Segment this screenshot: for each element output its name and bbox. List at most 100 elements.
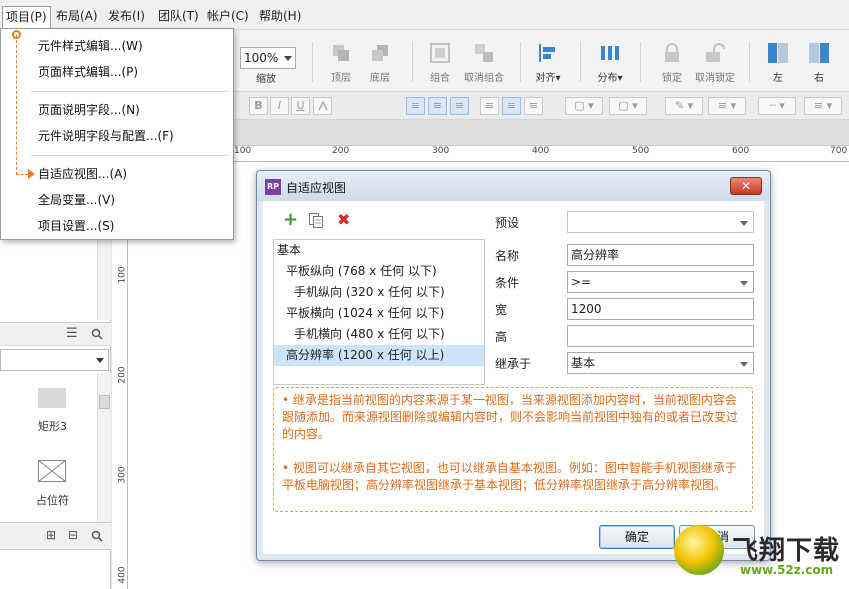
chevron-down-icon bbox=[740, 362, 748, 367]
add-folder-icon[interactable]: ⊟ bbox=[68, 528, 78, 542]
tree-item[interactable]: 手机纵向 (320 x 任何 以下) bbox=[274, 282, 484, 303]
placeholder-label: 占位符 bbox=[36, 494, 69, 507]
align-right-button[interactable]: 右 bbox=[792, 42, 846, 88]
ungroup-button[interactable]: 取消组合 bbox=[457, 42, 511, 88]
views-tree: 基本 平板纵向 (768 x 任何 以下) 手机纵向 (320 x 任何 以下)… bbox=[273, 239, 485, 385]
menu-publish[interactable]: 发布(I) bbox=[105, 6, 148, 26]
menubar: 项目(P) 布局(A) 发布(I) 团队(T) 帐户(C) 帮助(H) bbox=[0, 0, 849, 30]
underline-button[interactable]: U bbox=[291, 97, 310, 115]
scrollbar[interactable] bbox=[97, 373, 111, 523]
search-icon[interactable] bbox=[91, 530, 103, 542]
dialog-titlebar[interactable]: RP 自适应视图 ✕ bbox=[257, 171, 770, 201]
tree-item[interactable]: 基本 bbox=[274, 240, 484, 261]
valign-middle-button[interactable]: ≡ bbox=[502, 97, 521, 115]
zoom-select[interactable]: 100% bbox=[240, 47, 296, 69]
align-text-left-button[interactable]: ≡ bbox=[406, 97, 425, 115]
font-color-button[interactable] bbox=[313, 97, 332, 115]
menu-item-widget-style[interactable]: 元件样式编辑...(W) bbox=[38, 35, 143, 57]
menu-item-global-variables[interactable]: 全局变量...(V) bbox=[38, 189, 115, 211]
placeholder-icon[interactable] bbox=[38, 460, 66, 482]
rectangle-widget[interactable] bbox=[38, 388, 66, 408]
chevron-down-icon bbox=[96, 358, 104, 363]
duplicate-view-icon[interactable] bbox=[309, 213, 323, 228]
close-button[interactable]: ✕ bbox=[730, 177, 762, 195]
lock-icon bbox=[665, 43, 679, 62]
toolbar-divider bbox=[312, 42, 313, 82]
bold-button[interactable]: B bbox=[249, 97, 268, 115]
send-to-back-icon bbox=[372, 45, 388, 61]
ruler-tick-label: 600 bbox=[732, 146, 750, 156]
shadow-button[interactable]: ▢ ▾ bbox=[609, 97, 647, 115]
help-note-example: • 视图可以继承自其它视图，也可以继承自基本视图。例如：图中智能手机视图继承于平… bbox=[282, 461, 737, 492]
unlock-label: 取消锁定 bbox=[695, 73, 735, 84]
library-header: ☰ bbox=[0, 322, 111, 346]
distribute-icon bbox=[601, 46, 619, 60]
line-style-button[interactable]: ┈ ▾ bbox=[758, 97, 796, 115]
tree-item[interactable]: 平板纵向 (768 x 任何 以下) bbox=[274, 261, 484, 282]
panel-left-icon bbox=[768, 43, 788, 63]
menu-team[interactable]: 团队(T) bbox=[155, 6, 202, 26]
scrollbar-thumb[interactable] bbox=[99, 395, 110, 409]
inherit-select[interactable]: 基本 bbox=[567, 352, 754, 374]
condition-select[interactable]: >= bbox=[567, 271, 754, 293]
guide-line bbox=[16, 35, 17, 175]
menu-item-adaptive-views[interactable]: 自适应视图...(A) bbox=[38, 163, 127, 185]
tree-item-selected[interactable]: 高分辨率 (1200 x 任何 以上) bbox=[274, 345, 484, 366]
menu-project[interactable]: 项目(P) bbox=[2, 6, 51, 28]
align-button[interactable]: 对齐▾ bbox=[521, 42, 575, 88]
add-view-icon[interactable]: + bbox=[283, 211, 298, 229]
width-input[interactable]: 1200 bbox=[567, 298, 754, 320]
line-color-button[interactable]: ✎ ▾ bbox=[665, 97, 703, 115]
chevron-down-icon bbox=[740, 281, 748, 286]
group-icon bbox=[430, 43, 450, 63]
adaptive-views-dialog: RP 自适应视图 ✕ + ✖ 基本 平板纵向 (768 x 任何 以下) 手机纵… bbox=[256, 170, 771, 561]
align-text-center-button[interactable]: ≡ bbox=[428, 97, 447, 115]
distribute-button[interactable]: 分布▾ bbox=[583, 42, 637, 88]
tree-item[interactable]: 手机横向 (480 x 任何 以下) bbox=[274, 324, 484, 345]
menu-item-widget-notes[interactable]: 元件说明字段与配置...(F) bbox=[38, 125, 174, 147]
ruler-tick-label: 100 bbox=[234, 146, 252, 156]
ok-button[interactable]: 确定 bbox=[599, 525, 675, 549]
library-footer: ⊞ ⊟ bbox=[0, 522, 111, 550]
fill-color-button[interactable]: ▢ ▾ bbox=[565, 97, 603, 115]
menu-icon[interactable]: ☰ bbox=[66, 326, 78, 341]
line-width-button[interactable]: ≡ ▾ bbox=[708, 97, 746, 115]
inherit-label: 继承于 bbox=[495, 357, 532, 371]
height-label: 高 bbox=[495, 330, 508, 344]
align-text-right-button[interactable]: ≡ bbox=[450, 97, 469, 115]
watermark-text: 飞翔下载 bbox=[732, 536, 841, 566]
guide-arrow-icon bbox=[28, 169, 35, 179]
name-input[interactable]: 高分辨率 bbox=[567, 244, 754, 266]
menu-layout[interactable]: 布局(A) bbox=[53, 6, 101, 26]
delete-view-icon[interactable]: ✖ bbox=[337, 210, 350, 229]
help-note: • 继承是指当前视图的内容来源于某一视图，当来源视图添加内容时，当前视图内容会跟… bbox=[273, 387, 753, 512]
menu-help[interactable]: 帮助(H) bbox=[256, 6, 304, 26]
ruler-tick-label: 300 bbox=[117, 466, 128, 484]
chevron-down-icon bbox=[284, 56, 292, 61]
tree-item[interactable]: 平板横向 (1024 x 任何 以下) bbox=[274, 303, 484, 324]
send-to-back-button[interactable]: 底层 bbox=[353, 42, 407, 88]
toolbar-divider bbox=[580, 42, 581, 82]
valign-bottom-button[interactable]: ≡ bbox=[524, 97, 543, 115]
menu-item-page-notes[interactable]: 页面说明字段...(N) bbox=[38, 99, 140, 121]
arrow-style-button[interactable]: ≡ ▾ bbox=[804, 97, 842, 115]
menu-item-project-settings[interactable]: 项目设置...(S) bbox=[38, 215, 114, 237]
valign-top-button[interactable]: ≡ bbox=[480, 97, 499, 115]
chevron-down-icon bbox=[740, 221, 748, 226]
preset-label: 预设 bbox=[495, 216, 520, 230]
unlock-button[interactable]: 取消锁定 bbox=[688, 42, 742, 88]
italic-button[interactable]: I bbox=[270, 97, 289, 115]
toolbar-divider bbox=[749, 42, 750, 82]
bring-to-front-icon bbox=[333, 45, 349, 61]
preset-select[interactable] bbox=[567, 211, 754, 233]
menu-account[interactable]: 帐户(C) bbox=[204, 6, 252, 26]
search-icon[interactable] bbox=[91, 328, 103, 340]
name-label: 名称 bbox=[495, 249, 520, 263]
library-select[interactable] bbox=[0, 349, 109, 371]
ruler-tick-label: 700 bbox=[830, 146, 848, 156]
axure-logo: RP bbox=[265, 179, 281, 195]
height-input[interactable] bbox=[567, 325, 754, 347]
rectangle-label: 矩形3 bbox=[38, 420, 67, 433]
add-page-icon[interactable]: ⊞ bbox=[46, 528, 56, 542]
menu-item-page-style[interactable]: 页面样式编辑...(P) bbox=[38, 61, 138, 83]
